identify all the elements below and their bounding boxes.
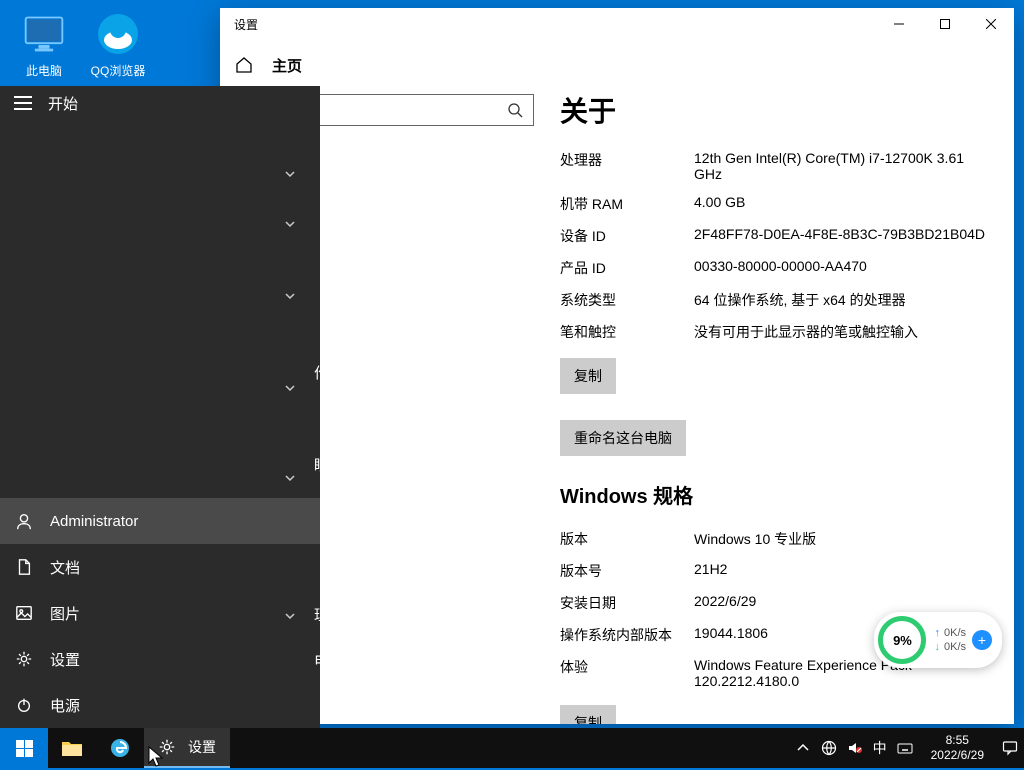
start-docs-item[interactable]: 文档 (0, 544, 320, 590)
cursor-icon (148, 746, 166, 770)
spec-key: 体验 (560, 657, 694, 689)
start-title: 开始 (48, 93, 78, 114)
spec-key: 机带 RAM (560, 194, 694, 214)
spec-row: 机带 RAM4.00 GB (560, 188, 986, 220)
hamburger-icon[interactable] (14, 96, 32, 110)
home-label[interactable]: 主页 (272, 55, 302, 76)
desktop-icon-this-pc[interactable]: 此电脑 (10, 10, 78, 79)
docs-icon (14, 557, 34, 577)
window-title: 设置 (220, 16, 876, 33)
spec-key: 产品 ID (560, 258, 694, 278)
winspec-heading: Windows 规格 (560, 480, 986, 509)
spec-key: 系统类型 (560, 290, 694, 310)
about-heading: 关于 (560, 90, 986, 130)
start-group-chevron[interactable] (260, 290, 320, 302)
spec-row: 处理器12th Gen Intel(R) Core(TM) i7-12700K … (560, 144, 986, 188)
taskbar-edge[interactable] (96, 728, 144, 768)
maximize-button[interactable] (922, 8, 968, 40)
spec-row: 版本Windows 10 专业版 (560, 523, 986, 555)
spec-value: 00330-80000-00000-AA470 (694, 258, 986, 278)
perf-ring: 9% (878, 616, 926, 664)
settings-header: 主页 (220, 40, 1014, 90)
tray-chevron-up-icon[interactable] (795, 740, 811, 756)
start-settings-item[interactable]: 设置 (0, 636, 320, 682)
monitor-icon (20, 10, 68, 58)
start-menu: 开始 作 眠 理 电脑 Administrator 文档图片设置电源 (0, 86, 320, 728)
edge-icon (110, 738, 130, 758)
arrow-down-icon: ↓ (934, 641, 940, 653)
start-group-chevron[interactable] (260, 472, 320, 484)
taskbar-file-explorer[interactable] (48, 728, 96, 768)
qq-browser-icon (94, 10, 142, 58)
network-icon[interactable] (821, 740, 837, 756)
spec-row: 系统类型64 位操作系统, 基于 x64 的处理器 (560, 284, 986, 316)
spec-key: 操作系统内部版本 (560, 625, 694, 645)
spec-row: 设备 ID2F48FF78-D0EA-4F8E-8B3C-79B3BD21B04… (560, 220, 986, 252)
folder-icon (62, 740, 82, 756)
home-icon[interactable] (234, 55, 254, 75)
start-user-item[interactable]: Administrator (0, 498, 320, 544)
user-icon (14, 511, 34, 531)
perf-stats: ↑0K/s ↓0K/s (934, 627, 966, 653)
copy-button-winspec[interactable]: 复制 (560, 705, 616, 724)
start-item-label: 电源 (50, 695, 80, 716)
settings-icon (14, 649, 34, 669)
spec-value: 4.00 GB (694, 194, 986, 214)
spec-key: 笔和触控 (560, 322, 694, 342)
close-button[interactable] (968, 8, 1014, 40)
start-header: 开始 (0, 86, 320, 120)
spec-key: 安装日期 (560, 593, 694, 613)
windows-logo-icon (16, 740, 33, 757)
spec-key: 版本号 (560, 561, 694, 581)
keyboard-icon[interactable] (897, 740, 913, 756)
spec-value: 2F48FF78-D0EA-4F8E-8B3C-79B3BD21B04D (694, 226, 986, 246)
spec-value: Windows 10 专业版 (694, 529, 986, 549)
desktop-icon-label: 此电脑 (10, 62, 78, 79)
tile-label-partial[interactable]: 作 (314, 362, 329, 383)
performance-widget[interactable]: 9% ↑0K/s ↓0K/s + (874, 612, 1002, 668)
taskbar-clock[interactable]: 8:55 2022/6/29 (923, 733, 992, 763)
copy-button-device[interactable]: 复制 (560, 358, 616, 394)
spec-value: 64 位操作系统, 基于 x64 的处理器 (694, 290, 986, 310)
start-group-chevron[interactable] (260, 382, 320, 394)
start-group-chevron[interactable] (260, 610, 320, 622)
tile-label-partial[interactable]: 眠 (314, 454, 329, 475)
plus-icon[interactable]: + (972, 630, 992, 650)
spec-row: 产品 ID00330-80000-00000-AA470 (560, 252, 986, 284)
titlebar: 设置 (220, 8, 1014, 40)
start-item-label: Administrator (50, 513, 138, 530)
rename-pc-button[interactable]: 重命名这台电脑 (560, 420, 686, 456)
search-icon (507, 102, 523, 118)
spec-key: 处理器 (560, 150, 694, 182)
start-item-label: 文档 (50, 557, 80, 578)
spec-row: 笔和触控没有可用于此显示器的笔或触控输入 (560, 316, 986, 348)
start-group-chevron[interactable] (260, 168, 320, 180)
spec-value: 21H2 (694, 561, 986, 581)
start-item-label: 设置 (50, 649, 80, 670)
start-item-label: 图片 (50, 603, 80, 624)
action-center-icon[interactable] (1002, 740, 1018, 756)
spec-value: 12th Gen Intel(R) Core(TM) i7-12700K 3.6… (694, 150, 986, 182)
start-group-chevron[interactable] (260, 218, 320, 230)
pics-icon (14, 603, 34, 623)
volume-icon[interactable] (847, 740, 863, 756)
minimize-button[interactable] (876, 8, 922, 40)
spec-key: 设备 ID (560, 226, 694, 246)
spec-key: 版本 (560, 529, 694, 549)
tile-label-partial[interactable]: 理 (314, 604, 329, 625)
power-icon (14, 695, 34, 715)
spec-value: 2022/6/29 (694, 593, 986, 613)
start-body: 作 眠 理 电脑 (0, 120, 320, 498)
tile-label-partial[interactable]: 电脑 (314, 650, 344, 671)
start-button[interactable] (0, 728, 48, 768)
ime-indicator[interactable]: 中 (873, 738, 887, 758)
desktop-icon-qq-browser[interactable]: QQ浏览器 (84, 10, 152, 79)
desktop-icon-label: QQ浏览器 (84, 62, 152, 79)
spec-row: 版本号21H2 (560, 555, 986, 587)
start-power-item[interactable]: 电源 (0, 682, 320, 728)
taskbar-settings-label: 设置 (188, 737, 216, 757)
system-tray: 中 8:55 2022/6/29 (795, 733, 1024, 763)
arrow-up-icon: ↑ (934, 627, 940, 639)
spec-value: 没有可用于此显示器的笔或触控输入 (694, 322, 986, 342)
